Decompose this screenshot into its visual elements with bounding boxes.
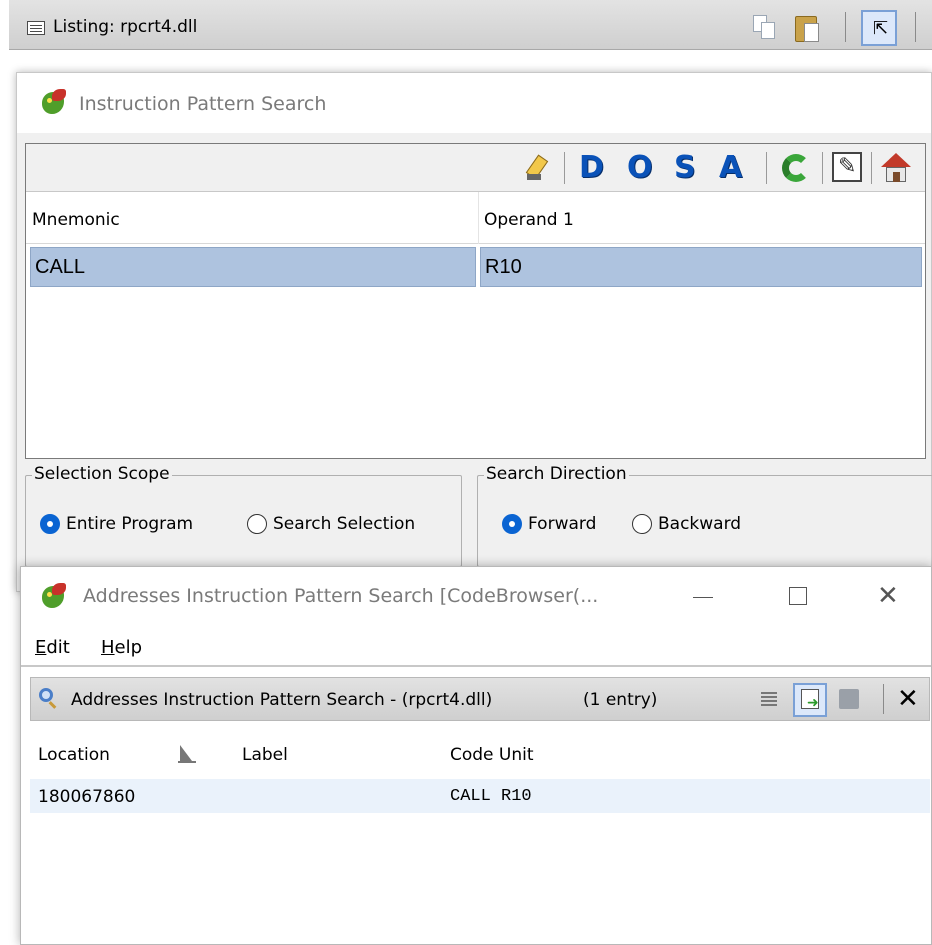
menu-help[interactable]: Help <box>101 637 142 658</box>
column-header-mnemonic[interactable]: Mnemonic <box>32 210 120 230</box>
column-header-location[interactable]: Location <box>38 745 110 765</box>
refresh-icon[interactable] <box>778 150 814 186</box>
listing-title: Listing: rpcrt4.dll <box>53 17 198 37</box>
close-icon[interactable]: ✕ <box>877 581 899 611</box>
mask-operands-button[interactable]: O <box>627 150 653 186</box>
toolbar-separator <box>766 152 767 184</box>
maximize-icon[interactable] <box>789 587 807 605</box>
copy-icon[interactable] <box>753 15 777 41</box>
toolbar-separator <box>845 12 846 42</box>
radio-selected-icon <box>40 514 60 534</box>
pattern-table-header: Mnemonic Operand 1 <box>26 192 925 244</box>
ghidra-dragon-icon <box>39 583 67 611</box>
radio-unselected-icon <box>632 514 652 534</box>
results-table-header: Location Label Code Unit <box>30 725 930 777</box>
cursor-select-icon[interactable]: ⇱ <box>861 10 897 46</box>
list-icon[interactable] <box>761 691 777 705</box>
ips-title: Instruction Pattern Search <box>79 93 327 115</box>
manual-edit-icon[interactable]: ✎ <box>832 152 862 182</box>
selection-scope-group: Selection Scope Entire Program Search Se… <box>25 464 462 567</box>
code-unit-cell[interactable]: CALL R10 <box>450 787 532 806</box>
paste-icon[interactable] <box>793 12 821 44</box>
pattern-panel: D O S A ✎ Mnemonic Operand 1 CALL R10 <box>25 143 926 459</box>
toolbar-separator <box>883 684 884 714</box>
column-header-operand1[interactable]: Operand 1 <box>484 210 574 230</box>
menu-mnemonic: E <box>35 637 47 658</box>
menu-label: dit <box>46 637 70 658</box>
search-direction-group: Search Direction Forward Backward <box>477 464 932 567</box>
search-icon <box>39 688 59 709</box>
listing-titlebar: Listing: rpcrt4.dll ⇱ ⊟ <box>9 0 932 50</box>
results-titlebar: Addresses Instruction Pattern Search - (… <box>30 677 930 721</box>
ghidra-dragon-icon <box>39 89 67 117</box>
home-icon[interactable] <box>880 153 912 183</box>
mnemonic-cell[interactable]: CALL <box>30 247 476 287</box>
addresses-window: Addresses Instruction Pattern Search [Co… <box>20 566 932 945</box>
radio-search-selection[interactable]: Search Selection <box>247 514 415 534</box>
radio-forward[interactable]: Forward <box>502 514 596 534</box>
column-header-code-unit[interactable]: Code Unit <box>450 745 534 765</box>
radio-label: Entire Program <box>66 514 194 534</box>
radio-backward[interactable]: Backward <box>632 514 741 534</box>
search-direction-label: Search Direction <box>484 464 629 484</box>
table-row[interactable]: CALL R10 <box>30 247 922 287</box>
menu-mnemonic: H <box>101 637 115 658</box>
operand1-cell[interactable]: R10 <box>480 247 922 287</box>
radio-label: Forward <box>528 514 597 534</box>
toolbar-separator <box>871 152 872 184</box>
results-title: Addresses Instruction Pattern Search - (… <box>71 690 493 710</box>
menu-label: elp <box>114 637 143 658</box>
radio-unselected-icon <box>247 514 267 534</box>
listing-icon <box>27 21 45 35</box>
sort-icon <box>178 743 196 763</box>
radio-selected-icon <box>502 514 522 534</box>
toolbar-separator <box>822 152 823 184</box>
column-header-label[interactable]: Label <box>242 745 288 765</box>
menu-edit[interactable]: Edit <box>35 637 70 658</box>
table-row[interactable]: 180067860 CALL R10 <box>30 779 930 813</box>
location-cell[interactable]: 180067860 <box>38 787 135 807</box>
toolbar-separator <box>564 152 565 184</box>
close-results-icon[interactable]: ✕ <box>897 684 919 714</box>
pattern-toolbar: D O S A ✎ <box>26 144 925 192</box>
radio-entire-program[interactable]: Entire Program <box>40 514 193 534</box>
make-selection-icon[interactable] <box>839 689 859 709</box>
clear-eraser-icon[interactable] <box>525 154 551 182</box>
column-separator <box>478 192 479 244</box>
results-count: (1 entry) <box>583 690 658 710</box>
menubar: Edit Help <box>21 627 931 667</box>
instruction-pattern-search-dialog: Instruction Pattern Search D O S A ✎ Mne… <box>16 72 932 592</box>
mask-data-button[interactable]: D <box>579 150 604 186</box>
minimize-icon[interactable] <box>693 597 713 598</box>
radio-label: Search Selection <box>273 514 416 534</box>
selection-scope-label: Selection Scope <box>32 464 172 484</box>
navigate-on-select-icon[interactable]: ➜ <box>793 683 827 717</box>
mask-scalars-button[interactable]: S <box>674 150 696 186</box>
ips-titlebar[interactable]: Instruction Pattern Search <box>17 73 931 133</box>
mask-addresses-button[interactable]: A <box>719 150 742 186</box>
toolbar-separator <box>915 12 916 42</box>
radio-label: Backward <box>658 514 742 534</box>
addresses-window-title: Addresses Instruction Pattern Search [Co… <box>83 585 599 607</box>
addresses-titlebar[interactable]: Addresses Instruction Pattern Search [Co… <box>21 567 931 627</box>
